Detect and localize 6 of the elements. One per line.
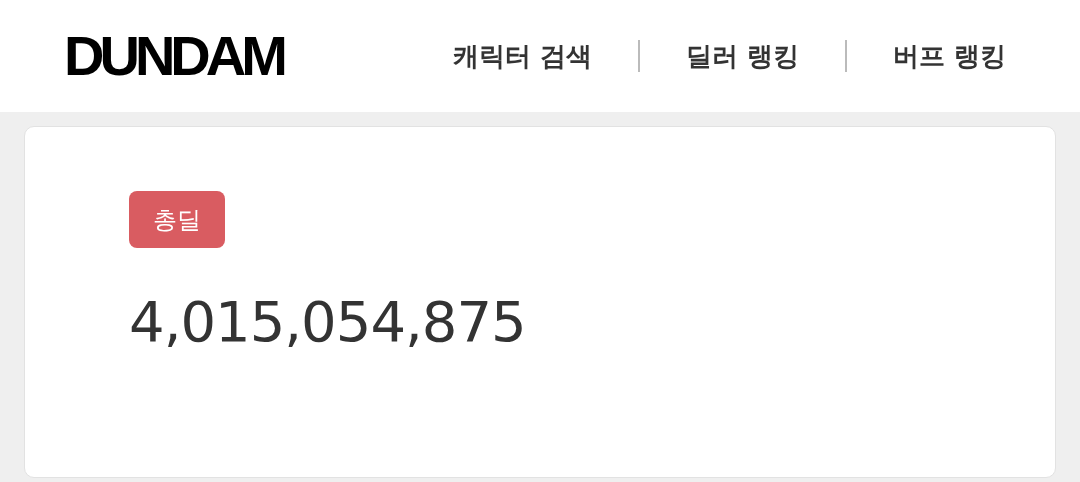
logo[interactable]: DUNDAM xyxy=(64,28,283,84)
total-damage-label: 총딜 xyxy=(129,191,225,248)
nav-link[interactable]: 딜러 랭킹 xyxy=(685,36,799,76)
nav-link[interactable]: 캐릭터 검색 xyxy=(452,36,592,76)
nav-link[interactable]: 버프 랭킹 xyxy=(892,36,1006,76)
damage-value: 4,015,054,875 xyxy=(129,294,526,350)
